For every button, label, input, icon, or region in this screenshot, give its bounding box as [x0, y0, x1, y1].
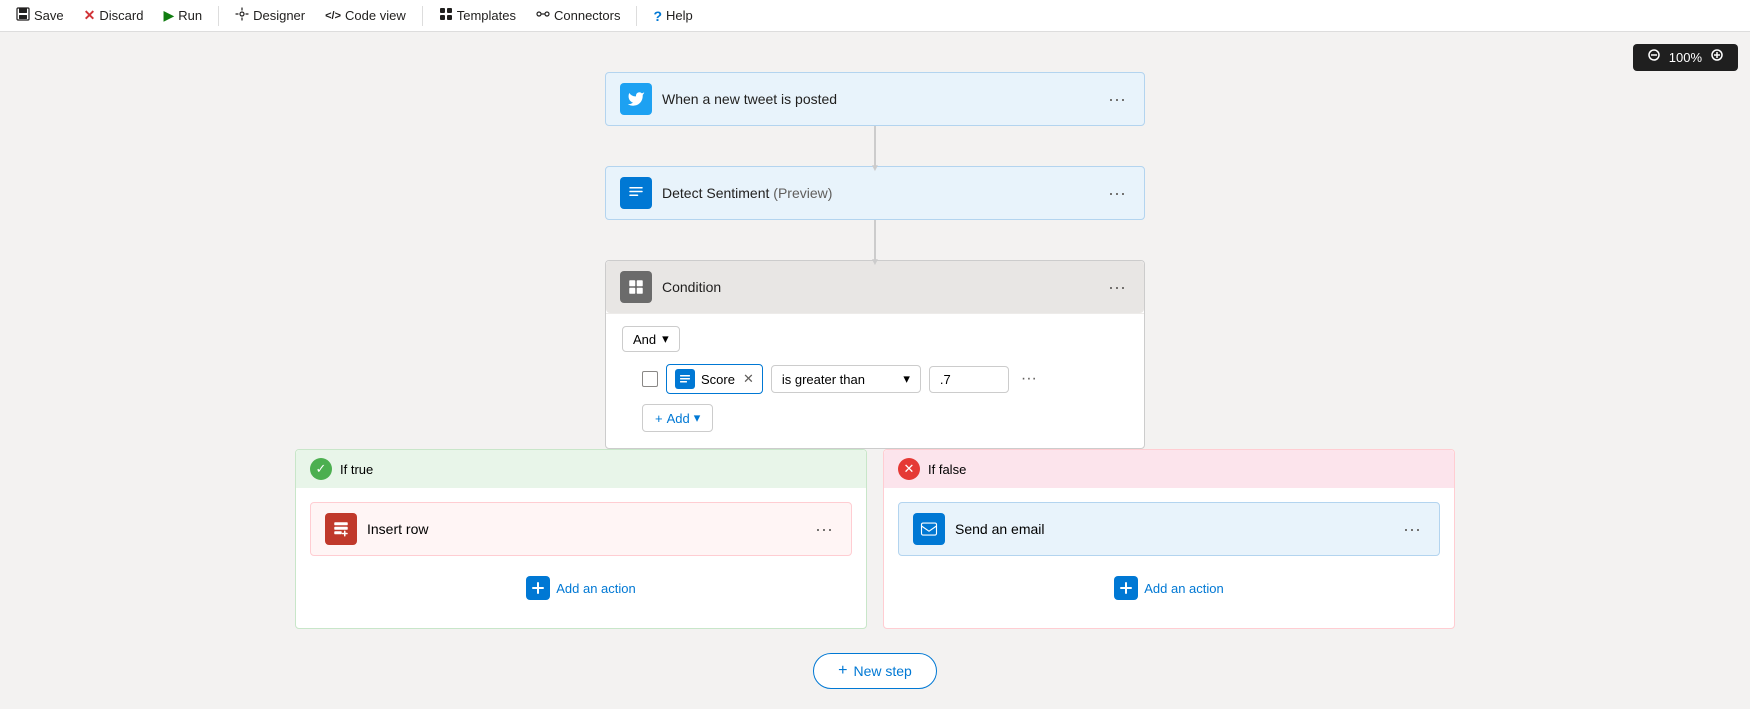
tweet-node-menu[interactable]: ··· [1104, 89, 1130, 110]
condition-value-input[interactable] [929, 366, 1009, 393]
add-action-false-icon [1114, 576, 1138, 600]
save-label: Save [34, 8, 64, 23]
send-email-action[interactable]: Send an email ··· [898, 502, 1440, 556]
send-email-title: Send an email [955, 521, 1389, 537]
if-false-icon: ✕ [898, 458, 920, 480]
divider-1 [218, 6, 219, 26]
sentiment-node-menu[interactable]: ··· [1104, 183, 1130, 204]
run-icon: ▶ [163, 7, 174, 24]
condition-node-menu[interactable]: ··· [1104, 277, 1130, 298]
connectors-icon [536, 7, 550, 24]
condition-row: Score ✕ is greater than ▾ ··· [642, 364, 1128, 394]
plus-icon: + [655, 411, 663, 426]
connectors-button[interactable]: Connectors [528, 3, 628, 28]
condition-node-title: Condition [662, 279, 1094, 295]
if-false-content: Send an email ··· Add an action [884, 488, 1454, 622]
arrow-2 [874, 220, 876, 260]
sentiment-icon [620, 177, 652, 209]
and-label: And [633, 332, 656, 347]
send-email-icon [913, 513, 945, 545]
sentiment-node-title: Detect Sentiment (Preview) [662, 185, 1094, 201]
help-icon: ? [653, 8, 662, 24]
new-step-button[interactable]: + New step [813, 653, 937, 689]
designer-icon [235, 7, 249, 24]
chevron-down-icon: ▾ [662, 331, 669, 347]
run-label: Run [178, 8, 202, 23]
add-action-false-label: Add an action [1144, 581, 1224, 596]
condition-operator[interactable]: is greater than ▾ [771, 365, 921, 393]
divider-3 [636, 6, 637, 26]
and-dropdown[interactable]: And ▾ [622, 326, 680, 352]
new-step-container: + New step [813, 653, 937, 689]
help-label: Help [666, 8, 693, 23]
add-action-true-icon [526, 576, 550, 600]
save-icon [16, 7, 30, 24]
insert-row-icon [325, 513, 357, 545]
divider-2 [422, 6, 423, 26]
twitter-icon [620, 83, 652, 115]
discard-button[interactable]: ✕ Discard [76, 3, 152, 28]
codeview-label: Code view [345, 8, 406, 23]
score-label: Score [701, 372, 735, 387]
if-true-label: If true [340, 462, 373, 477]
add-action-true-button[interactable]: Add an action [310, 568, 852, 608]
discard-icon: ✕ [84, 7, 96, 24]
add-chevron: ▾ [694, 410, 701, 426]
if-false-header: ✕ If false [884, 450, 1454, 488]
condition-node[interactable]: Condition ··· And ▾ Score [605, 260, 1145, 449]
new-step-label: New step [853, 663, 911, 679]
if-true-branch: ✓ If true Insert row ··· [295, 449, 867, 629]
condition-row-menu[interactable]: ··· [1017, 370, 1041, 388]
insert-row-menu[interactable]: ··· [811, 519, 837, 540]
templates-icon [439, 7, 453, 24]
add-action-false-button[interactable]: Add an action [898, 568, 1440, 608]
help-button[interactable]: ? Help [645, 4, 700, 28]
score-pill[interactable]: Score ✕ [666, 364, 763, 394]
if-true-content: Insert row ··· Add an action [296, 488, 866, 622]
send-email-menu[interactable]: ··· [1399, 519, 1425, 540]
if-false-branch: ✕ If false Send an email ··· [883, 449, 1455, 629]
designer-label: Designer [253, 8, 305, 23]
if-false-label: If false [928, 462, 966, 477]
add-condition-button[interactable]: + Add ▾ [642, 404, 713, 432]
save-button[interactable]: Save [8, 3, 72, 28]
if-true-icon: ✓ [310, 458, 332, 480]
operator-chevron: ▾ [903, 371, 910, 387]
canvas: 100% When a new tweet is posted ··· [0, 32, 1750, 709]
templates-label: Templates [457, 8, 516, 23]
connectors-label: Connectors [554, 8, 620, 23]
tweet-node-title: When a new tweet is posted [662, 91, 1094, 107]
tweet-node[interactable]: When a new tweet is posted ··· [605, 72, 1145, 126]
add-label: Add [667, 411, 690, 426]
arrow-1 [874, 126, 876, 166]
designer-button[interactable]: Designer [227, 3, 313, 28]
condition-branches: ✓ If true Insert row ··· [295, 449, 1455, 629]
score-icon [675, 369, 695, 389]
insert-row-title: Insert row [367, 521, 801, 537]
tweet-node-header: When a new tweet is posted ··· [606, 73, 1144, 125]
discard-label: Discard [99, 8, 143, 23]
condition-checkbox[interactable] [642, 371, 658, 387]
insert-row-action[interactable]: Insert row ··· [310, 502, 852, 556]
new-step-plus: + [838, 662, 847, 680]
score-remove-button[interactable]: ✕ [743, 371, 754, 387]
codeview-button[interactable]: </> Code view [317, 4, 414, 27]
condition-icon [620, 271, 652, 303]
templates-button[interactable]: Templates [431, 3, 524, 28]
sentiment-node[interactable]: Detect Sentiment (Preview) ··· [605, 166, 1145, 220]
condition-body: And ▾ Score ✕ is greater than [606, 313, 1144, 448]
condition-node-header: Condition ··· [606, 261, 1144, 313]
operator-label: is greater than [782, 372, 865, 387]
run-button[interactable]: ▶ Run [155, 3, 210, 28]
flow-content: When a new tweet is posted ··· Detect Se… [0, 32, 1750, 709]
sentiment-node-header: Detect Sentiment (Preview) ··· [606, 167, 1144, 219]
add-action-true-label: Add an action [556, 581, 636, 596]
if-true-header: ✓ If true [296, 450, 866, 488]
codeview-icon: </> [325, 10, 341, 22]
toolbar: Save ✕ Discard ▶ Run Designer </> Code v… [0, 0, 1750, 32]
